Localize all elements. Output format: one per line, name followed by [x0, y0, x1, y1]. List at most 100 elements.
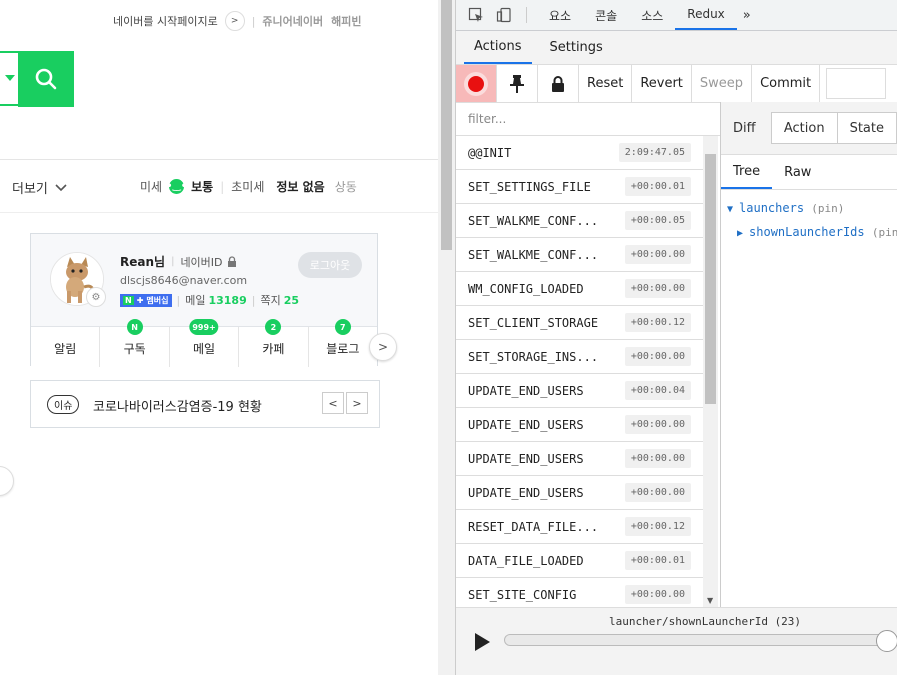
revert-button[interactable]: Revert	[632, 65, 692, 102]
action-name: @@INIT	[468, 145, 512, 160]
action-row[interactable]: SET_WALKME_CONF... +00:00.00	[456, 238, 703, 272]
action-row[interactable]: SET_CLIENT_STORAGE +00:00.12	[456, 306, 703, 340]
tab-redux[interactable]: Redux	[675, 0, 737, 30]
chevron-right-icon[interactable]: >	[224, 11, 245, 31]
happybean-link[interactable]: 해피빈	[331, 13, 361, 29]
action-name: SET_SETTINGS_FILE	[468, 179, 591, 194]
tab-settings[interactable]: Settings	[540, 31, 613, 64]
action-row[interactable]: DATA_FILE_LOADED +00:00.01	[456, 544, 703, 578]
junior-naver-link[interactable]: 쥬니어네이버	[262, 13, 323, 29]
note-label[interactable]: 쪽지	[260, 292, 280, 308]
search-input[interactable]	[0, 51, 20, 106]
fine-dust-value: 보통	[191, 180, 214, 194]
action-row[interactable]: SET_WALKME_CONF... +00:00.05	[456, 204, 703, 238]
time-travel-slider: launcher/shownLauncherId (23)	[456, 607, 897, 675]
tab-raw[interactable]: Raw	[772, 155, 823, 189]
action-time: +00:00.00	[624, 585, 691, 604]
scrollbar-thumb[interactable]	[441, 0, 452, 250]
action-row[interactable]: UPDATE_END_USERS +00:00.00	[456, 442, 703, 476]
service-tab-subscribe[interactable]: N 구독	[100, 319, 170, 367]
inspect-element-icon[interactable]	[468, 7, 484, 23]
action-time: +00:00.05	[624, 211, 691, 230]
tree-node[interactable]: ▼ launchers (pin)	[727, 201, 844, 215]
action-mode-button[interactable]: Action	[771, 113, 838, 143]
profile-settings-gear-icon[interactable]: ⚙	[86, 287, 106, 307]
action-row[interactable]: UPDATE_END_USERS +00:00.04	[456, 374, 703, 408]
fine-dust-label: 미세	[140, 180, 163, 194]
chevron-right-icon[interactable]: >	[369, 333, 397, 361]
set-start-page-link[interactable]: 네이버를 시작페이지로	[113, 13, 218, 29]
mail-count[interactable]: 13189	[208, 294, 246, 307]
carousel-prev-button[interactable]	[0, 466, 14, 496]
naver-id-label[interactable]: 네이버ID	[180, 254, 222, 270]
pin-button[interactable]	[497, 65, 538, 102]
tab-sources[interactable]: 소스	[629, 0, 675, 30]
tab-tree[interactable]: Tree	[721, 155, 773, 189]
logout-button[interactable]: 로그아웃	[298, 252, 362, 278]
top-links: 네이버를 시작페이지로 > | 쥬니어네이버 해피빈	[113, 11, 362, 31]
note-count[interactable]: 25	[284, 294, 299, 307]
scrollbar-thumb[interactable]	[705, 154, 716, 404]
tab-label: 블로그	[326, 342, 360, 356]
service-tab-mail[interactable]: 999+ 메일	[170, 319, 240, 367]
toolbar-search-input[interactable]	[826, 68, 887, 99]
service-tab-blog[interactable]: 7 블로그	[309, 319, 377, 367]
actions-list-pane: filter... @@INIT 2:09:47.05 SET_SETTINGS_F…	[456, 102, 721, 607]
action-time: +00:00.04	[624, 381, 691, 400]
action-row[interactable]: SET_SETTINGS_FILE +00:00.01	[456, 170, 703, 204]
action-row[interactable]: SET_STORAGE_INS... +00:00.00	[456, 340, 703, 374]
view-tabs: Tree Raw	[721, 155, 897, 190]
divider: |	[171, 256, 175, 267]
sweep-button[interactable]: Sweep	[692, 65, 753, 102]
tab-label: 구독	[123, 342, 146, 356]
action-name: RESET_DATA_FILE...	[468, 519, 599, 534]
mail-label[interactable]: 메일	[185, 292, 205, 308]
dropdown-arrow-icon[interactable]	[5, 75, 15, 81]
state-mode-button[interactable]: State	[837, 113, 897, 143]
reset-button[interactable]: Reset	[579, 65, 633, 102]
expanded-triangle-icon: ▼	[727, 204, 734, 215]
tab-elements[interactable]: 요소	[537, 0, 583, 30]
profile-card: ⚙ Rean님 | 네이버ID dlscjs8646@naver.com N ✚ …	[30, 233, 378, 367]
more-tabs-chevron-icon[interactable]: »	[737, 8, 751, 23]
prev-issue-chevron-left-icon[interactable]: <	[322, 392, 344, 414]
action-row[interactable]: RESET_DATA_FILE... +00:00.12	[456, 510, 703, 544]
action-row[interactable]: @@INIT 2:09:47.05	[456, 136, 703, 170]
action-row[interactable]: UPDATE_END_USERS +00:00.00	[456, 408, 703, 442]
commit-button[interactable]: Commit	[752, 65, 821, 102]
search-button[interactable]	[18, 51, 74, 107]
service-tab-alerts[interactable]: 알림	[31, 327, 101, 367]
tree-node[interactable]: ▶ shownLauncherIds (pin)	[737, 225, 897, 239]
action-name: DATA_FILE_LOADED	[468, 553, 584, 568]
next-issue-chevron-right-icon[interactable]: >	[346, 392, 368, 414]
action-row[interactable]: SET_SITE_CONFIG +00:00.00	[456, 578, 703, 607]
action-name: WM_CONFIG_LOADED	[468, 281, 584, 296]
slider-track[interactable]	[504, 634, 894, 646]
action-row[interactable]: UPDATE_END_USERS +00:00.00	[456, 476, 703, 510]
filter-input[interactable]: filter...	[456, 102, 720, 136]
page-scrollbar[interactable]	[438, 0, 455, 675]
play-icon[interactable]	[475, 633, 490, 651]
tab-actions[interactable]: Actions	[464, 31, 532, 64]
slider-handle[interactable]	[876, 630, 897, 652]
scroll-down-arrow-icon[interactable]: ▼	[707, 596, 713, 605]
account-summary-row: N ✚ 멤버십 | 메일 13189 | 쪽지 25	[120, 292, 299, 308]
issue-banner[interactable]: 이슈 코로나바이러스감염증-19 현황 < >	[30, 380, 380, 428]
tree-key: shownLauncherIds	[749, 225, 865, 239]
action-time: +00:00.00	[624, 449, 691, 468]
air-quality-widget[interactable]: 미세 •‿• 보통 | 초미세 정보 없음 상동	[140, 178, 357, 195]
tab-label: 카페	[262, 342, 285, 356]
service-tab-cafe[interactable]: 2 카페	[239, 319, 309, 367]
tab-console[interactable]: 콘솔	[583, 0, 629, 30]
diff-label[interactable]: Diff	[721, 121, 771, 136]
naver-plus-membership-badge[interactable]: N ✚ 멤버십	[120, 293, 172, 307]
more-menu-button[interactable]: 더보기	[12, 178, 68, 197]
action-row[interactable]: WM_CONFIG_LOADED +00:00.00	[456, 272, 703, 306]
device-toolbar-icon[interactable]	[496, 7, 512, 23]
divider: |	[220, 179, 225, 194]
action-list-scrollbar[interactable]: ▼	[703, 136, 718, 607]
action-time: +00:00.01	[624, 551, 691, 570]
record-button[interactable]	[456, 65, 497, 102]
issue-text[interactable]: 코로나바이러스감염증-19 현황	[93, 396, 262, 415]
lock-button[interactable]	[538, 65, 579, 102]
